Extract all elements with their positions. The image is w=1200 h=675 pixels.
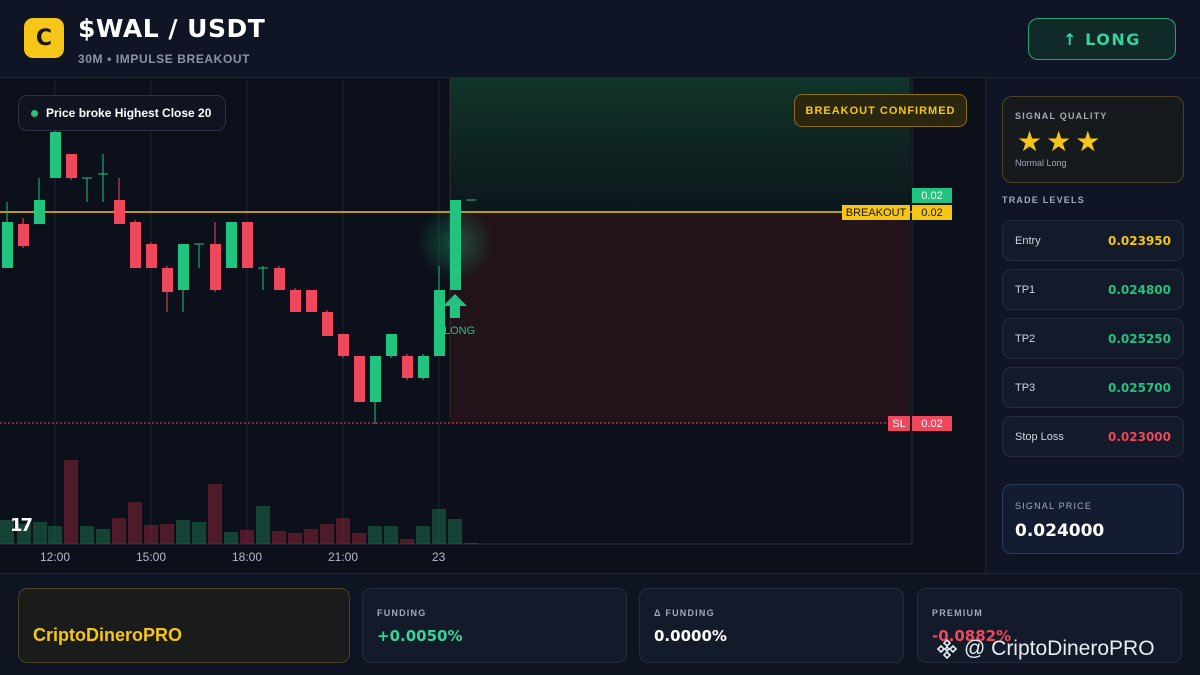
- pair-subtitle: 30M • IMPULSE BREAKOUT: [78, 52, 251, 66]
- signal-price-value: 0.024000: [1015, 521, 1105, 541]
- sl-tag-value: 0.02: [912, 416, 952, 431]
- status-dot-icon: [31, 109, 38, 117]
- level-tp3: TP3 0.025700: [1002, 367, 1184, 408]
- metric-label: PREMIUM: [932, 608, 983, 618]
- level-name: Stop Loss: [1015, 430, 1064, 443]
- binance-icon: [936, 638, 958, 660]
- level-name: TP1: [1015, 283, 1036, 296]
- level-value: 0.023950: [1107, 233, 1171, 248]
- watermark-text: @ CriptoDineroPRO: [964, 637, 1155, 660]
- sidebar: SIGNAL QUALITY ★★★ Normal Long TRADE LEV…: [987, 78, 1200, 573]
- level-name: TP3: [1015, 381, 1036, 394]
- sl-zone: [450, 212, 910, 423]
- signal-price-card: SIGNAL PRICE 0.024000: [1002, 484, 1184, 554]
- footer: CriptoDineroPRO FUNDING +0.0050% Δ FUNDI…: [0, 573, 1200, 675]
- star-rating-icon: ★★★: [1017, 125, 1105, 158]
- signal-quality-card: SIGNAL QUALITY ★★★ Normal Long: [1002, 96, 1184, 183]
- indicator-pill-text: Price broke Highest Close 20: [46, 106, 212, 120]
- grid-lines: [54, 78, 451, 544]
- signal-quality-label: SIGNAL QUALITY: [1015, 111, 1108, 121]
- level-tp2: TP2 0.025250: [1002, 318, 1184, 359]
- breakout-tag-label: BREAKOUT: [842, 205, 910, 220]
- level-stop-loss: Stop Loss 0.023000: [1002, 416, 1184, 457]
- header: C $WAL / USDT 30M • IMPULSE BREAKOUT ↑ L…: [0, 0, 1200, 78]
- brand-name: CriptoDineroPRO: [33, 625, 183, 645]
- time-label-3: 18:00: [232, 550, 263, 564]
- watermark: @ CriptoDineroPRO: [936, 637, 1155, 661]
- metric-funding: FUNDING +0.0050%: [362, 588, 627, 663]
- breakout-tag-value: 0.02: [912, 205, 952, 220]
- brand-card: CriptoDineroPRO: [18, 588, 350, 663]
- time-label-4: 21:00: [328, 550, 359, 564]
- signal-price-label: SIGNAL PRICE: [1015, 501, 1093, 511]
- volume-bars: [0, 460, 478, 544]
- breakout-confirmed-badge: BREAKOUT CONFIRMED: [794, 94, 967, 127]
- metric-label: Δ FUNDING: [654, 608, 715, 618]
- brand-logo: C: [24, 18, 64, 58]
- level-value: 0.024800: [1107, 282, 1171, 297]
- signal-quality-sub: Normal Long: [1015, 158, 1067, 168]
- metric-delta-funding: Δ FUNDING 0.0000%: [639, 588, 904, 663]
- level-value: 0.023000: [1107, 429, 1171, 444]
- trade-levels-title: TRADE LEVELS: [1002, 195, 1085, 205]
- current-price-tag: 0.02: [912, 188, 952, 203]
- level-entry: Entry 0.023950: [1002, 220, 1184, 261]
- tradingview-logo: 17: [10, 515, 33, 536]
- long-marker-label: LONG: [444, 325, 475, 337]
- level-name: TP2: [1015, 332, 1036, 345]
- indicator-pill: Price broke Highest Close 20: [18, 95, 227, 131]
- level-tp1: TP1 0.024800: [1002, 269, 1184, 310]
- metric-label: FUNDING: [377, 608, 427, 618]
- level-value: 0.025700: [1107, 380, 1171, 395]
- metric-value: 0.0000%: [654, 627, 727, 645]
- candlestick-chart: LONG: [0, 78, 913, 545]
- price-chart[interactable]: LONG Price broke Highest Close 20 BREAKO…: [0, 78, 986, 573]
- level-name: Entry: [1015, 234, 1041, 247]
- time-label-1: 12:00: [40, 550, 71, 564]
- level-value: 0.025250: [1107, 331, 1171, 346]
- long-button[interactable]: ↑ LONG: [1028, 18, 1176, 60]
- metric-value: +0.0050%: [377, 627, 463, 645]
- candles: [2, 130, 476, 424]
- sl-tag-label: SL: [888, 416, 910, 431]
- time-label-5: 23: [432, 550, 446, 564]
- time-label-2: 15:00: [136, 550, 167, 564]
- pair-title: $WAL / USDT: [78, 14, 266, 43]
